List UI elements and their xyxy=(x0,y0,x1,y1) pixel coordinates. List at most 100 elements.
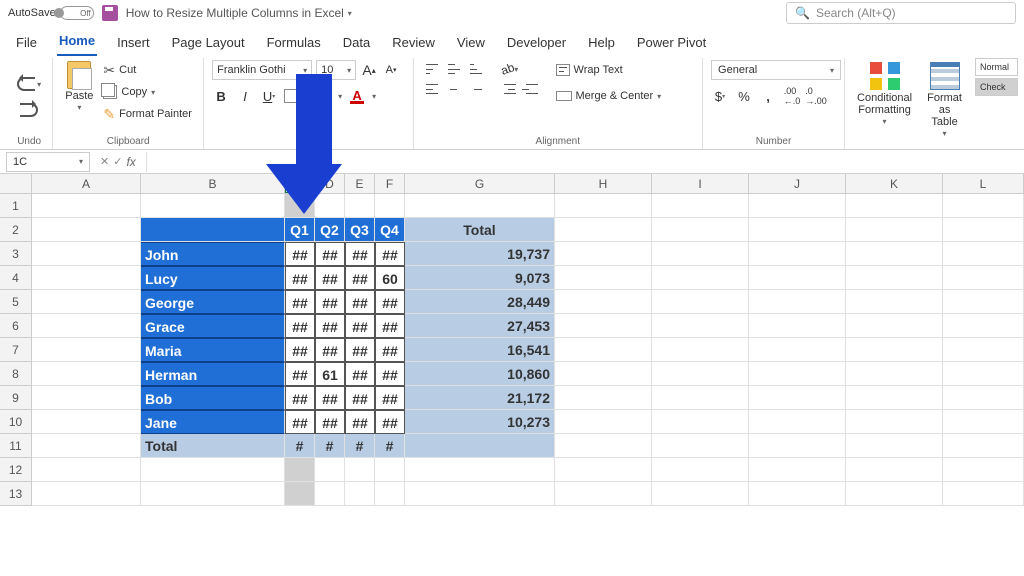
cell[interactable] xyxy=(555,266,652,290)
cell[interactable]: ## xyxy=(285,290,315,314)
cell[interactable]: ## xyxy=(375,386,405,410)
cell[interactable] xyxy=(32,242,141,266)
cell[interactable] xyxy=(32,410,141,434)
comma-button[interactable]: , xyxy=(759,87,777,105)
cell[interactable] xyxy=(32,314,141,338)
row-header-1[interactable]: 1 xyxy=(0,194,32,218)
cell[interactable]: Bob xyxy=(141,386,285,410)
menu-tab-view[interactable]: View xyxy=(455,31,487,56)
cell[interactable] xyxy=(652,290,749,314)
cell[interactable] xyxy=(32,290,141,314)
cell[interactable] xyxy=(652,434,749,458)
cell[interactable] xyxy=(749,242,846,266)
cell[interactable] xyxy=(555,194,652,218)
cell[interactable] xyxy=(32,194,141,218)
cell[interactable] xyxy=(405,458,555,482)
column-header-L[interactable]: L xyxy=(943,174,1024,193)
cell[interactable] xyxy=(846,266,943,290)
cell[interactable]: ## xyxy=(345,290,375,314)
cell[interactable]: ## xyxy=(315,242,345,266)
cell[interactable]: ## xyxy=(315,338,345,362)
cell[interactable] xyxy=(943,434,1024,458)
enter-formula-icon[interactable]: ✓ xyxy=(113,155,122,168)
cell[interactable] xyxy=(32,458,141,482)
cell[interactable] xyxy=(32,434,141,458)
cell[interactable] xyxy=(32,362,141,386)
cell[interactable] xyxy=(285,458,315,482)
cell[interactable] xyxy=(555,338,652,362)
cell[interactable]: Maria xyxy=(141,338,285,362)
cell[interactable] xyxy=(652,218,749,242)
row-header-13[interactable]: 13 xyxy=(0,482,32,506)
align-right-button[interactable] xyxy=(466,80,486,98)
cell[interactable] xyxy=(555,386,652,410)
cell[interactable]: ## xyxy=(315,266,345,290)
column-header-K[interactable]: K xyxy=(846,174,943,193)
currency-button[interactable]: $▾ xyxy=(711,87,729,105)
cell[interactable] xyxy=(315,458,345,482)
cell[interactable] xyxy=(555,410,652,434)
save-icon[interactable] xyxy=(102,5,118,21)
cell[interactable] xyxy=(749,482,846,506)
decrease-indent-button[interactable] xyxy=(500,80,520,98)
column-header-A[interactable]: A xyxy=(32,174,141,193)
cell[interactable] xyxy=(555,218,652,242)
cell[interactable] xyxy=(943,242,1024,266)
cell[interactable]: 16,541 xyxy=(405,338,555,362)
cell[interactable] xyxy=(315,482,345,506)
cell[interactable] xyxy=(652,410,749,434)
cell[interactable] xyxy=(943,218,1024,242)
cell[interactable]: ## xyxy=(285,338,315,362)
row-header-3[interactable]: 3 xyxy=(0,242,32,266)
cell[interactable] xyxy=(555,290,652,314)
cell[interactable] xyxy=(943,314,1024,338)
column-header-F[interactable]: F xyxy=(375,174,405,193)
cell[interactable] xyxy=(555,458,652,482)
paste-button[interactable]: Paste ▾ xyxy=(61,60,97,115)
cell[interactable]: Total xyxy=(141,434,285,458)
align-center-button[interactable] xyxy=(444,80,464,98)
cell[interactable] xyxy=(846,458,943,482)
italic-button[interactable]: I xyxy=(236,87,254,105)
row-header-11[interactable]: 11 xyxy=(0,434,32,458)
cell[interactable] xyxy=(405,194,555,218)
cell[interactable]: ## xyxy=(285,242,315,266)
cell[interactable] xyxy=(652,482,749,506)
cell[interactable]: Herman xyxy=(141,362,285,386)
cell[interactable]: 9,073 xyxy=(405,266,555,290)
column-header-B[interactable]: B xyxy=(141,174,285,193)
cell[interactable]: ## xyxy=(345,242,375,266)
cell[interactable]: ## xyxy=(345,362,375,386)
cell[interactable] xyxy=(846,386,943,410)
cell[interactable]: Grace xyxy=(141,314,285,338)
name-box[interactable]: 1C▾ xyxy=(6,152,90,172)
menu-tab-page-layout[interactable]: Page Layout xyxy=(170,31,247,56)
cell[interactable] xyxy=(32,386,141,410)
merge-center-button[interactable]: Merge & Center▾ xyxy=(556,86,662,106)
cell[interactable]: # xyxy=(375,434,405,458)
cell[interactable] xyxy=(749,314,846,338)
menu-tab-help[interactable]: Help xyxy=(586,31,617,56)
cell[interactable]: 60 xyxy=(375,266,405,290)
align-left-button[interactable] xyxy=(422,80,442,98)
row-header-9[interactable]: 9 xyxy=(0,386,32,410)
increase-decimal-button[interactable]: .00←.0 xyxy=(783,87,801,105)
cell[interactable] xyxy=(749,218,846,242)
cell[interactable] xyxy=(846,194,943,218)
cell[interactable]: ## xyxy=(285,386,315,410)
cell[interactable]: ## xyxy=(375,410,405,434)
cell[interactable] xyxy=(32,218,141,242)
menu-tab-file[interactable]: File xyxy=(14,31,39,56)
cell[interactable]: 10,860 xyxy=(405,362,555,386)
row-header-10[interactable]: 10 xyxy=(0,410,32,434)
cell[interactable]: ## xyxy=(375,314,405,338)
cell[interactable] xyxy=(749,410,846,434)
cell[interactable] xyxy=(846,362,943,386)
cell[interactable] xyxy=(943,266,1024,290)
cell[interactable] xyxy=(345,458,375,482)
row-header-5[interactable]: 5 xyxy=(0,290,32,314)
conditional-formatting-button[interactable]: Conditional Formatting▾ xyxy=(853,60,916,129)
align-top-button[interactable] xyxy=(422,60,442,78)
column-header-H[interactable]: H xyxy=(555,174,652,193)
row-header-6[interactable]: 6 xyxy=(0,314,32,338)
